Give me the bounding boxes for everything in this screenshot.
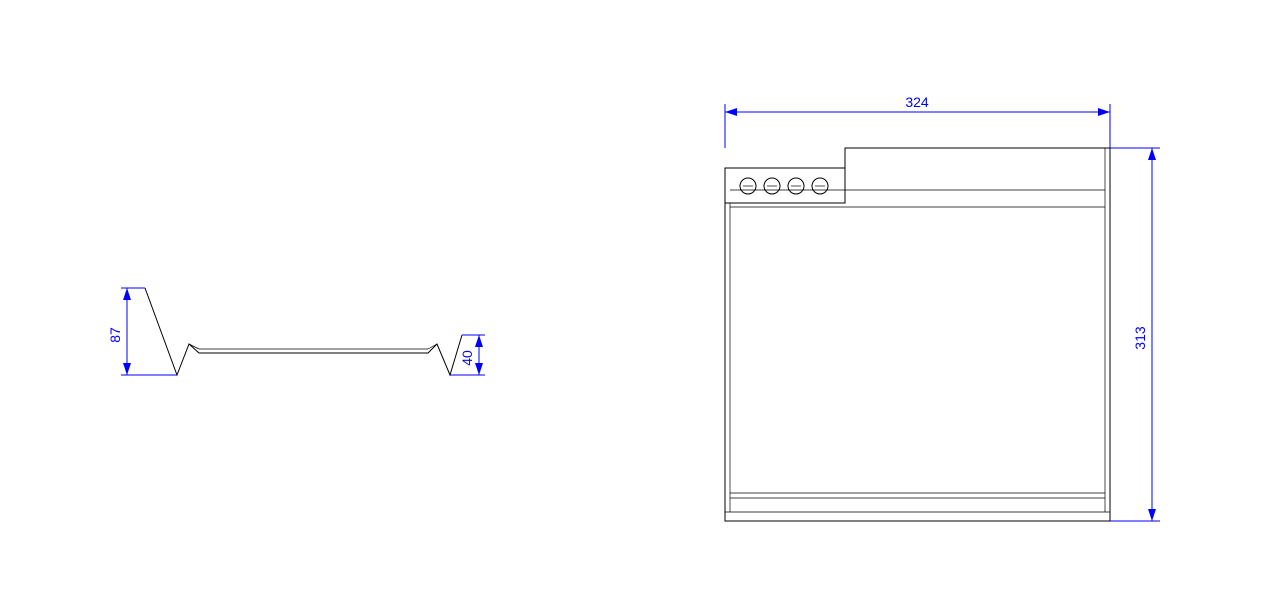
dim-text-313: 313: [1132, 326, 1148, 350]
dimension-87: 87: [107, 288, 177, 375]
dim-text-40: 40: [459, 350, 475, 366]
dimension-313: 313: [1110, 148, 1160, 521]
dimension-324: 324: [725, 94, 1110, 148]
right-view: 324 313: [725, 94, 1160, 521]
dimension-40: 40: [450, 335, 485, 375]
dim-text-87: 87: [107, 327, 123, 343]
technical-drawing: 87 40: [0, 0, 1274, 606]
left-view: 87 40: [107, 288, 485, 375]
dim-text-324: 324: [905, 94, 929, 110]
